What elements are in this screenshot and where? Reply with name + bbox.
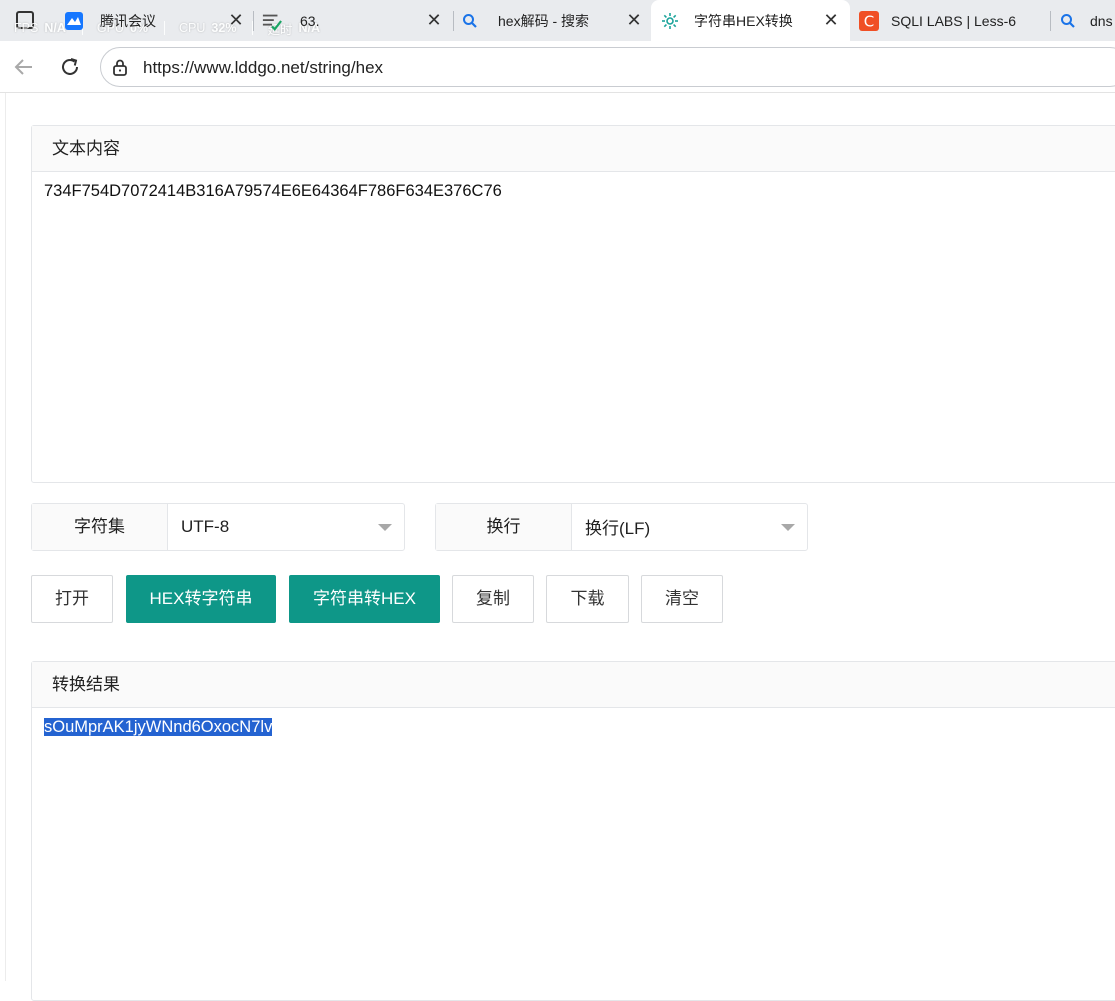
newline-label: 换行 xyxy=(436,504,572,550)
open-button[interactable]: 打开 xyxy=(31,575,113,623)
browser-toolbar: https://www.lddgo.net/string/hex xyxy=(0,41,1115,93)
url-text: https://www.lddgo.net/string/hex xyxy=(143,58,384,77)
tab-title: 63. xyxy=(300,12,320,29)
input-panel: 文本内容 734F754D7072414B316A79574E6E64364F7… xyxy=(31,125,1115,483)
tab-title: SQLI LABS | Less-6 xyxy=(891,12,1017,29)
search-icon xyxy=(1058,11,1078,31)
close-icon[interactable]: ✕ xyxy=(624,10,644,30)
reload-icon xyxy=(62,58,78,75)
tab-divider xyxy=(253,11,254,31)
tab-title: hex解码 - 搜索 xyxy=(498,12,590,29)
tab-strip: FPS N/A GPU 0% CPU 32% 延时 N/A 腾讯会议 ✕ 63.… xyxy=(0,0,1115,41)
tab-divider xyxy=(1050,11,1051,31)
tab-tencent-meeting[interactable]: 腾讯会议 ✕ xyxy=(58,0,253,41)
charset-label: 字符集 xyxy=(32,504,168,550)
tab-hex-search[interactable]: hex解码 - 搜索 ✕ xyxy=(456,0,649,41)
charset-select-group: 字符集 UTF-8 xyxy=(31,503,405,551)
output-panel-title: 转换结果 xyxy=(32,662,1115,708)
page-content: 文本内容 734F754D7072414B316A79574E6E64364F7… xyxy=(5,93,1115,1001)
download-button[interactable]: 下载 xyxy=(546,575,629,623)
close-icon[interactable]: ✕ xyxy=(821,10,841,30)
c-logo-icon: C xyxy=(859,10,879,31)
newline-select[interactable]: 换行(LF) xyxy=(572,504,807,550)
tab-title: 字符串HEX转换 xyxy=(694,12,793,29)
fps-label: FPS xyxy=(14,21,39,35)
tencent-meeting-icon xyxy=(64,11,84,31)
svg-text:C: C xyxy=(864,12,874,30)
checklist-icon xyxy=(262,11,282,31)
newline-value: 换行(LF) xyxy=(585,519,651,538)
lock-icon xyxy=(111,58,129,76)
close-icon[interactable]: ✕ xyxy=(424,10,444,30)
charset-select[interactable]: UTF-8 xyxy=(168,504,404,550)
charset-value: UTF-8 xyxy=(181,517,230,536)
back-arrow-icon xyxy=(14,59,32,75)
clear-button[interactable]: 清空 xyxy=(641,575,723,623)
copy-button[interactable]: 复制 xyxy=(452,575,534,623)
hex-to-string-button[interactable]: HEX转字符串 xyxy=(126,575,276,623)
output-textarea[interactable]: sOuMprAK1jyWNnd6OxocN7lv xyxy=(32,708,1115,1000)
output-text: sOuMprAK1jyWNnd6OxocN7lv xyxy=(44,718,273,736)
newline-select-group: 换行 换行(LF) xyxy=(435,503,808,551)
input-panel-title: 文本内容 xyxy=(32,126,1115,172)
tab-string-hex[interactable]: 字符串HEX转换 ✕ xyxy=(651,0,850,41)
tab-title: 腾讯会议 xyxy=(100,12,156,29)
search-icon xyxy=(460,11,480,31)
string-to-hex-button[interactable]: 字符串转HEX xyxy=(289,575,440,623)
gear-icon xyxy=(660,11,680,31)
reload-button[interactable] xyxy=(56,53,84,81)
chevron-down-icon xyxy=(781,524,795,531)
tab-divider xyxy=(453,11,454,31)
back-button[interactable] xyxy=(10,53,38,81)
input-textarea[interactable]: 734F754D7072414B316A79574E6E64364F786F63… xyxy=(32,172,1115,482)
tab-dns[interactable]: dns xyxy=(1053,0,1115,41)
address-bar[interactable]: https://www.lddgo.net/string/hex xyxy=(100,47,1115,87)
tab-checklist[interactable]: 63. ✕ xyxy=(256,0,452,41)
tab-sqli-labs[interactable]: C SQLI LABS | Less-6 xyxy=(852,0,1050,41)
chevron-down-icon xyxy=(378,524,392,531)
close-icon[interactable]: ✕ xyxy=(226,10,246,30)
output-panel: 转换结果 sOuMprAK1jyWNnd6OxocN7lv xyxy=(31,661,1115,1001)
input-text: 734F754D7072414B316A79574E6E64364F786F63… xyxy=(44,182,502,200)
tab-title: dns xyxy=(1090,12,1113,29)
